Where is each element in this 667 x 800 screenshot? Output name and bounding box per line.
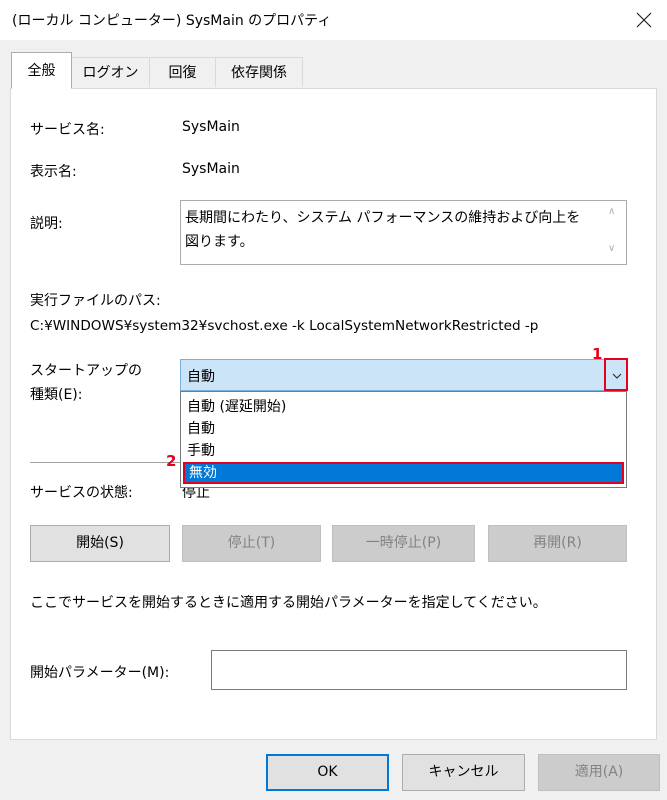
startup-type-dropdown-list: 自動 (遅延開始) 自動 手動 無効 [180, 391, 627, 488]
startup-type-select[interactable] [180, 359, 627, 391]
tab-recovery[interactable]: 回復 [149, 57, 216, 87]
start-params-input[interactable] [211, 650, 627, 690]
startup-type-value: 自動 [187, 369, 215, 385]
tab-dependencies[interactable]: 依存関係 [215, 57, 303, 87]
tab-logon[interactable]: ログオン [71, 57, 150, 87]
separator [30, 462, 180, 463]
start-button[interactable]: 開始(S) [30, 525, 170, 562]
stop-button[interactable]: 停止(T) [182, 525, 321, 562]
display-name-value: SysMain [182, 161, 240, 177]
start-params-hint: ここでサービスを開始するときに適用する開始パラメーターを指定してください。 [30, 595, 547, 611]
display-name-label: 表示名: [30, 164, 77, 180]
startup-type-label-2: 種類(E): [30, 387, 83, 403]
title-bar: (ローカル コンピューター) SysMain のプロパティ [0, 0, 667, 40]
scroll-down-icon[interactable]: ∨ [608, 243, 615, 254]
tab-general[interactable]: 全般 [11, 52, 72, 89]
description-text: 長期間にわたり、システム パフォーマンスの維持および向上を図ります。 [185, 210, 581, 250]
description-label: 説明: [30, 216, 63, 232]
option-disabled[interactable]: 無効 [183, 462, 624, 484]
service-name-label: サービス名: [30, 122, 105, 138]
option-auto[interactable]: 自動 [183, 418, 624, 440]
path-label: 実行ファイルのパス: [30, 293, 161, 309]
close-icon [636, 12, 652, 28]
window-title: (ローカル コンピューター) SysMain のプロパティ [12, 13, 332, 29]
annotation-marker-2: 2 [166, 452, 177, 470]
chevron-down-icon [612, 373, 622, 379]
startup-type-label-1: スタートアップの [30, 363, 142, 379]
start-params-label: 開始パラメーター(M): [30, 665, 170, 681]
ok-button[interactable]: OK [266, 754, 389, 791]
startup-type-dropdown-button[interactable] [604, 358, 628, 391]
pause-button[interactable]: 一時停止(P) [332, 525, 475, 562]
option-manual[interactable]: 手動 [183, 440, 624, 462]
service-name-value: SysMain [182, 119, 240, 135]
option-auto-delayed[interactable]: 自動 (遅延開始) [183, 396, 624, 418]
scroll-up-icon[interactable]: ∧ [608, 206, 615, 217]
path-value: C:¥WINDOWS¥system32¥svchost.exe -k Local… [30, 318, 539, 334]
annotation-marker-1: 1 [592, 345, 603, 363]
close-button[interactable] [624, 4, 664, 36]
service-status-label: サービスの状態: [30, 485, 133, 501]
cancel-button[interactable]: キャンセル [402, 754, 525, 791]
resume-button[interactable]: 再開(R) [488, 525, 627, 562]
apply-button[interactable]: 適用(A) [538, 754, 660, 791]
